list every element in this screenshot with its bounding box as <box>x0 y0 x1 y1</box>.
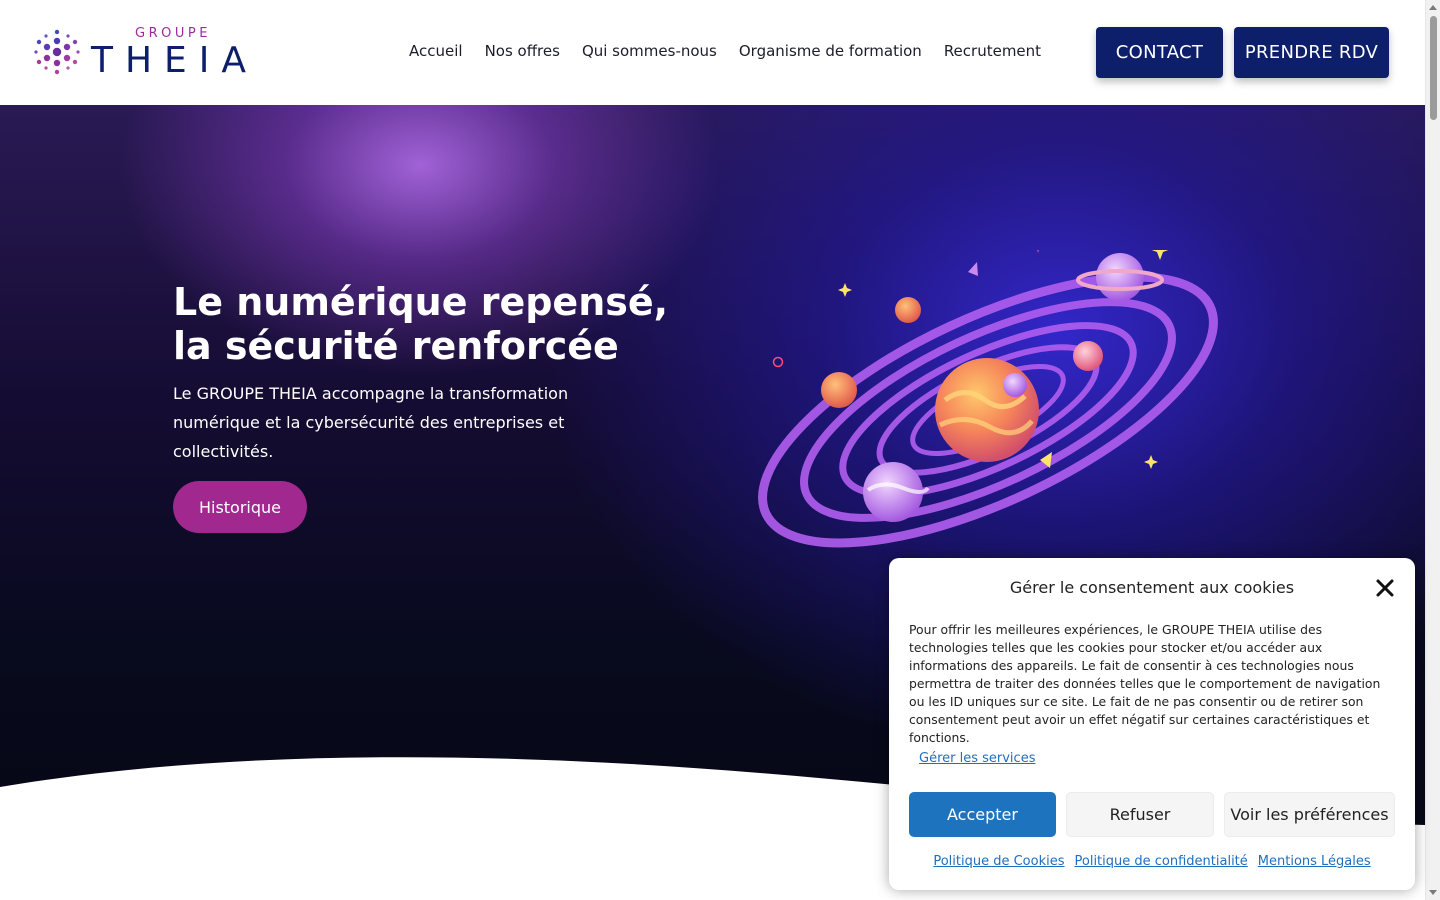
contact-button[interactable]: CONTACT <box>1096 27 1223 78</box>
logo-groupe-text: GROUPE <box>135 26 211 41</box>
manage-services-link[interactable]: Gérer les services <box>919 751 1035 766</box>
prendre-rdv-button[interactable]: PRENDRE RDV <box>1234 27 1389 78</box>
cookie-consent-modal: Gérer le consentement aux cookies Pour o… <box>889 558 1415 890</box>
scroll-up-arrow-icon[interactable] <box>1429 5 1437 10</box>
nav-accueil[interactable]: Accueil <box>398 42 474 60</box>
scroll-thumb[interactable] <box>1430 16 1437 120</box>
logo[interactable]: GROUPE THEIA <box>34 26 264 82</box>
view-preferences-button[interactable]: Voir les préférences <box>1224 792 1395 837</box>
logo-theia-text: THEIA <box>91 40 259 81</box>
nav-organisme-formation[interactable]: Organisme de formation <box>728 42 933 60</box>
historique-button[interactable]: Historique <box>173 481 307 533</box>
solar-system-illustration <box>758 250 1218 548</box>
hero-description: Le GROUPE THEIA accompagne la transforma… <box>173 384 569 461</box>
logo-molecule-icon <box>34 29 80 75</box>
scroll-down-arrow-icon[interactable] <box>1429 890 1437 895</box>
accept-button[interactable]: Accepter <box>909 792 1056 837</box>
hero-title-line1: Le numérique repensé, <box>173 280 669 324</box>
hero-title: Le numérique repensé, la sécurité renfor… <box>173 280 693 368</box>
close-icon[interactable] <box>1375 578 1395 598</box>
refuse-button[interactable]: Refuser <box>1066 792 1214 837</box>
privacy-policy-link[interactable]: Politique de confidentialité <box>1075 854 1248 869</box>
main-nav: Accueil Nos offres Qui sommes-nous Organ… <box>398 42 1052 60</box>
nav-recrutement[interactable]: Recrutement <box>933 42 1052 60</box>
legal-notice-link[interactable]: Mentions Légales <box>1258 854 1371 869</box>
cookie-body-text: Pour offrir les meilleures expériences, … <box>909 622 1381 745</box>
page-scrollbar[interactable] <box>1425 0 1440 900</box>
page: GROUPE THEIA Accueil Nos offres Qui somm… <box>0 0 1440 900</box>
cookie-title: Gérer le consentement aux cookies <box>1009 578 1295 597</box>
nav-qui-sommes-nous[interactable]: Qui sommes-nous <box>571 42 728 60</box>
site-header: GROUPE THEIA Accueil Nos offres Qui somm… <box>0 0 1425 105</box>
hero-title-line2: la sécurité renforcée <box>173 324 619 368</box>
nav-nos-offres[interactable]: Nos offres <box>474 42 571 60</box>
cookie-footer-links: Politique de Cookies Politique de confid… <box>889 854 1415 869</box>
cookie-policy-link[interactable]: Politique de Cookies <box>933 854 1064 869</box>
